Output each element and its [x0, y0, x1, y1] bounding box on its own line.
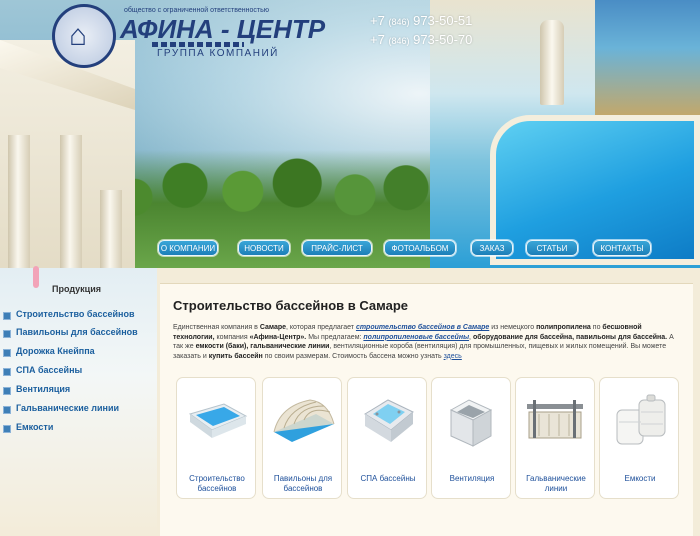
sidebar-title: Продукция	[52, 284, 101, 294]
product-card-spa[interactable]: СПА бассейны	[347, 377, 427, 499]
tank-icon	[616, 394, 666, 445]
spa-icon	[364, 399, 414, 442]
pool-construction-link[interactable]: строительство бассейнов в Самаре	[356, 324, 489, 331]
product-card-ventilation[interactable]: Вентиляция	[431, 377, 511, 499]
bullet-icon	[3, 368, 11, 376]
pavilion-icon	[273, 399, 335, 442]
mural-image	[595, 0, 700, 120]
pool-icon	[188, 403, 248, 438]
product-card-pavilions[interactable]: Павильоны для бассейнов	[262, 377, 342, 499]
bullet-icon	[3, 406, 11, 414]
logo-brand: АФИНА - ЦЕНТР	[120, 14, 326, 44]
nav-news[interactable]: НОВОСТИ	[238, 240, 290, 256]
product-card-tanks[interactable]: Емкости	[599, 377, 679, 499]
intro-text: Единственная компания в Самаре, которая …	[173, 324, 674, 360]
temple-image	[0, 40, 135, 268]
duct-icon	[449, 399, 493, 447]
nav-about[interactable]: О КОМПАНИИ	[158, 240, 218, 256]
nav-order[interactable]: ЗАКАЗ	[471, 240, 513, 256]
bullet-icon	[3, 387, 11, 395]
nav-contacts[interactable]: КОНТАКТЫ	[593, 240, 651, 256]
statue-image	[540, 20, 564, 105]
logo-subtitle: ГРУППА КОМПАНИЙ	[157, 48, 279, 59]
person-figure	[33, 266, 39, 288]
phone-numbers: +7 (846) 973-50-51 +7 (846) 973-50-70	[370, 12, 472, 50]
phone-1: +7 (846) 973-50-51	[370, 13, 473, 28]
phone-2: +7 (846) 973-50-70	[370, 32, 473, 47]
page-title: Строительство бассейнов в Самаре	[173, 298, 409, 313]
galvanic-icon	[527, 400, 583, 439]
logo-tagline: общество с ограниченной ответственностью	[124, 7, 269, 14]
logo-divider	[152, 42, 244, 47]
price-here-link[interactable]: здесь	[444, 353, 462, 360]
bullet-icon	[3, 349, 11, 357]
logo[interactable]: ⌂ общество с ограниченной ответственност…	[52, 4, 325, 72]
bullet-icon	[3, 312, 11, 320]
bullet-icon	[3, 330, 11, 338]
nav-photo-album[interactable]: ФОТОАЛЬБОМ	[384, 240, 456, 256]
polypropylene-pools-link[interactable]: полипропиленовые бассейны	[363, 334, 469, 341]
athena-emblem-icon: ⌂	[52, 4, 116, 68]
nav-price-list[interactable]: ПРАЙС-ЛИСТ	[302, 240, 372, 256]
nav-articles[interactable]: СТАТЬИ	[526, 240, 578, 256]
product-card-galvanic[interactable]: Гальванические линии	[515, 377, 595, 499]
product-card-pool-construction[interactable]: Строительство бассейнов	[176, 377, 256, 499]
bullet-icon	[3, 425, 11, 433]
